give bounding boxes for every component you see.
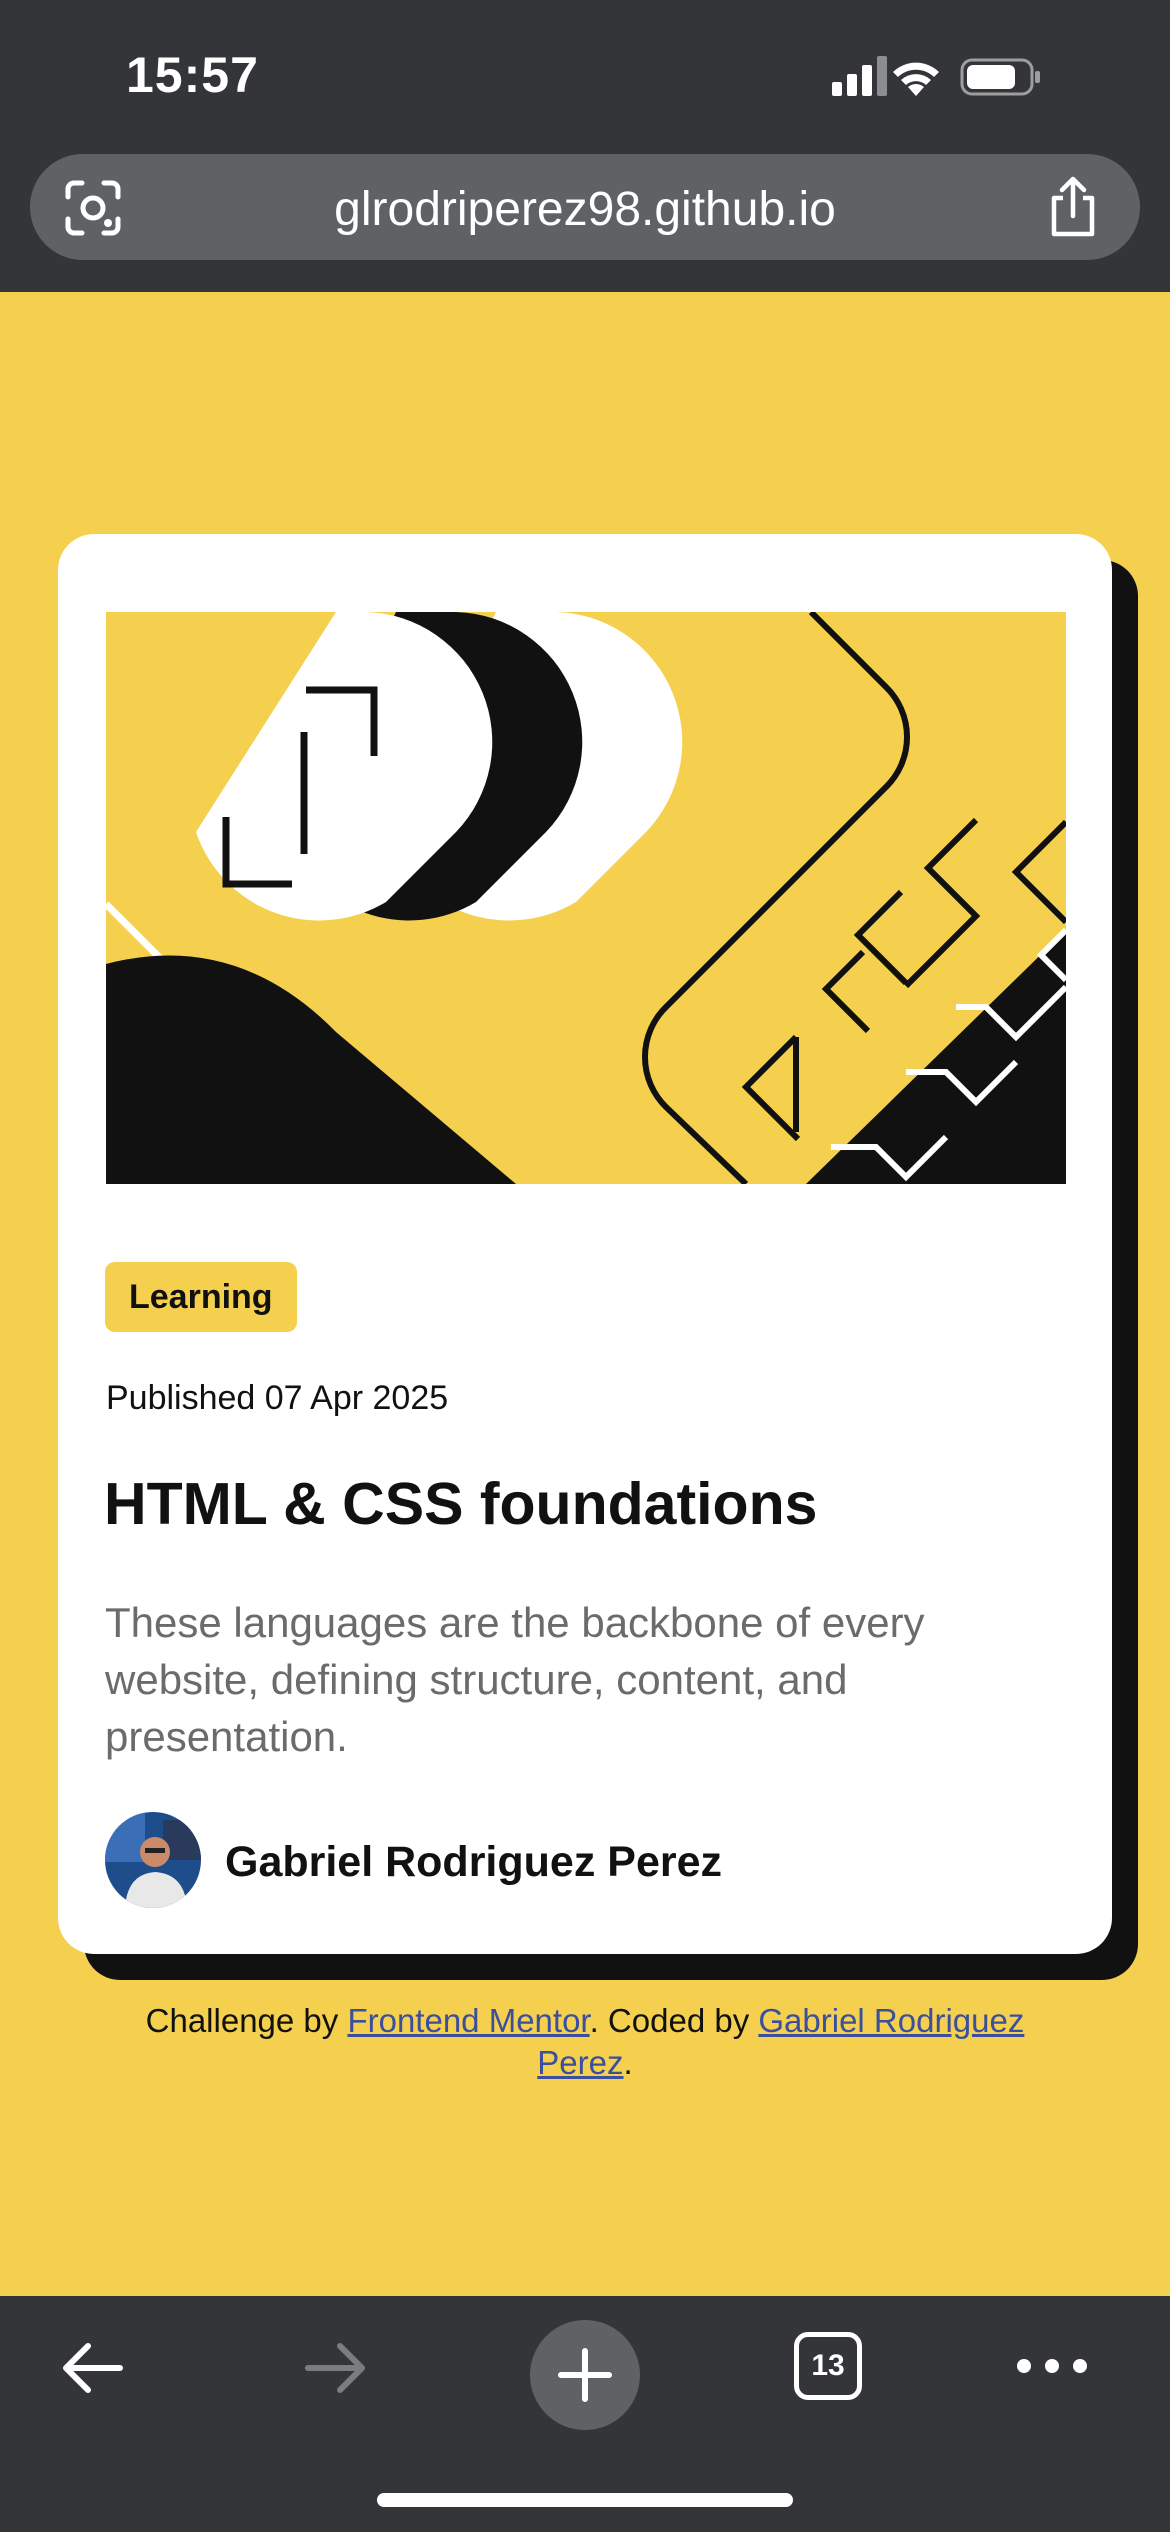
back-arrow-icon[interactable]: [56, 2332, 128, 2404]
avatar-photo: [105, 1812, 201, 1908]
attribution-prefix: Challenge by: [145, 2002, 348, 2039]
author-avatar: [105, 1812, 201, 1908]
address-bar[interactable]: glrodriperez98.github.io: [30, 154, 1140, 260]
top-browser-bar: 15:57 glrodriperez98.github.io: [0, 0, 1170, 292]
url-text[interactable]: glrodriperez98.github.io: [30, 182, 1140, 237]
wifi-icon: [893, 62, 939, 96]
home-indicator[interactable]: [377, 2493, 793, 2507]
blog-preview-card: Learning Published 07 Apr 2025 HTML & CS…: [58, 534, 1112, 1954]
author-name: Gabriel Rodriguez Perez: [225, 1838, 723, 1886]
frontend-mentor-link[interactable]: Frontend Mentor: [347, 2002, 589, 2039]
card-illustration: [106, 612, 1066, 1184]
published-date: Published 07 Apr 2025: [106, 1379, 449, 1417]
more-icon[interactable]: [1014, 2354, 1090, 2378]
forward-arrow-icon[interactable]: [300, 2332, 372, 2404]
attribution-suffix: .: [623, 2044, 633, 2081]
share-icon[interactable]: [1046, 176, 1100, 238]
card-description: These languages are the backbone of ever…: [105, 1599, 925, 1760]
card-title[interactable]: HTML & CSS foundations: [104, 1470, 817, 1538]
attribution: Challenge by Frontend Mentor. Coded by G…: [120, 2000, 1050, 2084]
signal-icon: [832, 56, 887, 96]
plus-icon: [558, 2348, 612, 2402]
tabs-button[interactable]: 13: [794, 2332, 862, 2400]
battery-icon: [960, 58, 1040, 96]
status-time: 15:57: [126, 47, 259, 103]
category-tag: Learning: [105, 1262, 297, 1332]
attribution-middle: . Coded by: [589, 2002, 759, 2039]
new-tab-button[interactable]: [530, 2320, 640, 2430]
